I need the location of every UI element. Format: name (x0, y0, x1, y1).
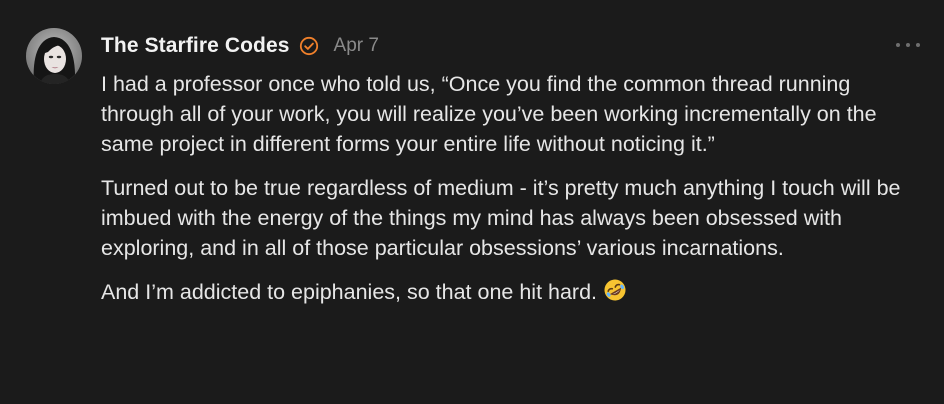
check-circle-icon (299, 36, 319, 56)
more-options-button[interactable] (896, 36, 920, 54)
comment-paragraph: Turned out to be true regardless of medi… (101, 176, 901, 260)
comment-paragraph-text: And I’m addicted to epiphanies, so that … (101, 280, 598, 304)
comment-header: The Starfire Codes Apr 7 (101, 31, 379, 61)
comment-body: I had a professor once who told us, “Onc… (101, 69, 921, 324)
avatar-image (26, 28, 82, 84)
avatar[interactable] (26, 28, 82, 84)
comment-paragraph: I had a professor once who told us, “Onc… (101, 72, 877, 156)
comment: The Starfire Codes Apr 7 I had a profess… (0, 0, 944, 404)
post-date[interactable]: Apr 7 (334, 35, 379, 57)
author-name[interactable]: The Starfire Codes (101, 34, 290, 58)
rolling-on-floor-laughing-emoji (603, 278, 627, 310)
more-horizontal-icon (896, 43, 900, 47)
comment-paragraph: And I’m addicted to epiphanies, so that … (101, 277, 921, 310)
